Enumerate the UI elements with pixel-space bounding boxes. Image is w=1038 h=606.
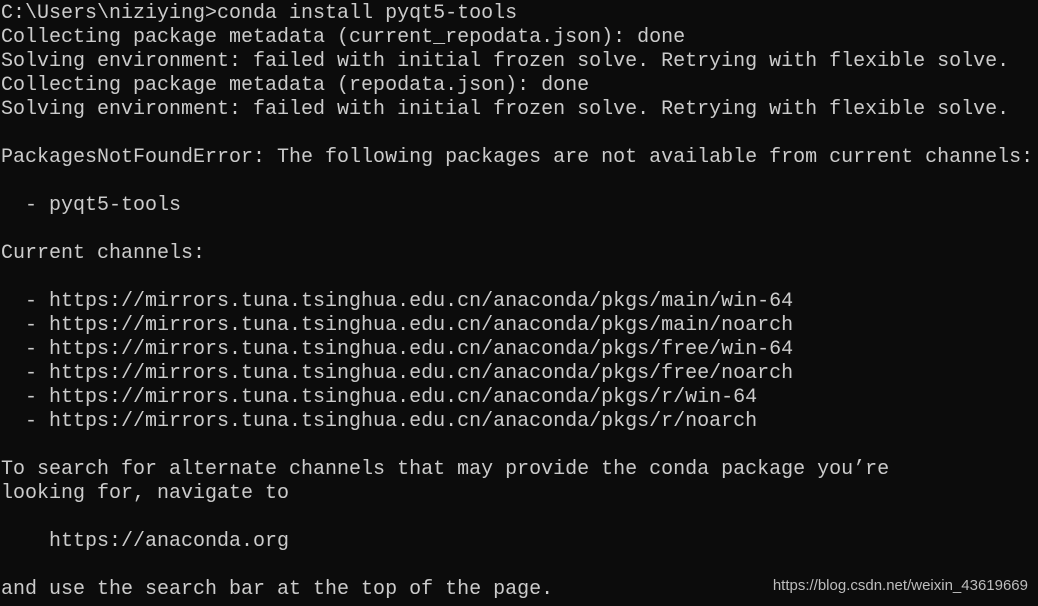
terminal-line: https://anaconda.org [1, 530, 290, 553]
terminal-line: Solving environment: failed with initial… [1, 50, 1010, 73]
terminal-line: - https://mirrors.tuna.tsinghua.edu.cn/a… [1, 338, 794, 361]
terminal-line: looking for, navigate to [1, 482, 290, 505]
terminal-line: C:\Users\niziying>conda install pyqt5-to… [1, 2, 518, 25]
terminal-line: - https://mirrors.tuna.tsinghua.edu.cn/a… [1, 290, 794, 313]
terminal-output[interactable]: C:\Users\niziying>conda install pyqt5-to… [1, 2, 1033, 602]
terminal-line: - https://mirrors.tuna.tsinghua.edu.cn/a… [1, 386, 758, 409]
terminal-line: Collecting package metadata (current_rep… [1, 26, 686, 49]
terminal-line: - https://mirrors.tuna.tsinghua.edu.cn/a… [1, 314, 794, 337]
terminal-line: To search for alternate channels that ma… [1, 458, 890, 481]
terminal-line: Current channels: [1, 242, 206, 265]
watermark: https://blog.csdn.net/weixin_43619669 [772, 577, 1028, 594]
terminal-line: Collecting package metadata (repodata.js… [1, 74, 590, 97]
terminal-line: - pyqt5-tools [1, 194, 182, 217]
terminal-line: - https://mirrors.tuna.tsinghua.edu.cn/a… [1, 410, 758, 433]
terminal-line: PackagesNotFoundError: The following pac… [1, 146, 1034, 169]
terminal-line: - https://mirrors.tuna.tsinghua.edu.cn/a… [1, 362, 794, 385]
terminal-line: Solving environment: failed with initial… [1, 98, 1010, 121]
